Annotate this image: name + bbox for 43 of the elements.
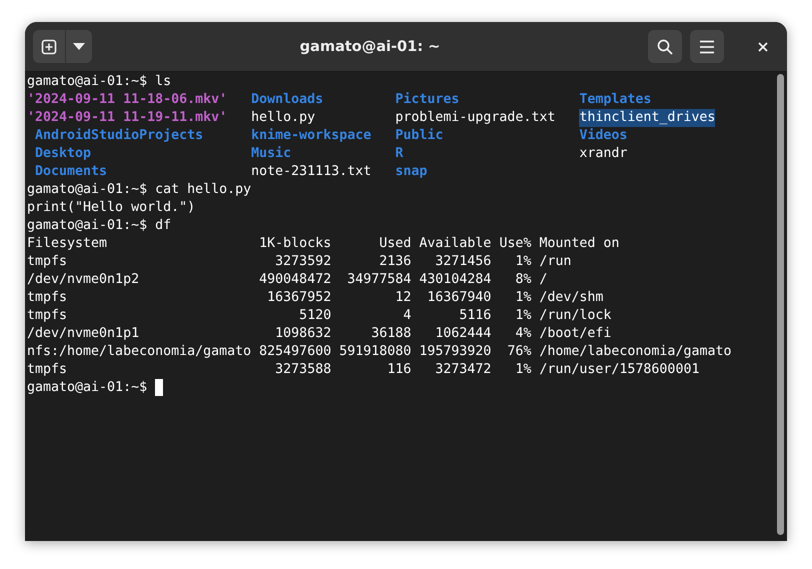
file-name: '2024-09-11 11-18-06.mkv' [27, 91, 228, 109]
directory-name: Documents [34, 163, 108, 181]
new-tab-button[interactable] [33, 30, 65, 63]
output-line: Filesystem 1K-blocks Used Available Use% Mounted on [27, 235, 620, 253]
directory-name: Pictures [395, 91, 460, 109]
directory-name: Videos [579, 127, 628, 145]
output-line: tmpfs 3273588 116 3273472 1% /run/user/1578600001 [27, 361, 700, 379]
caret-icon [73, 43, 85, 50]
output-line: /dev/nvme0n1p1 1098632 36188 1062444 4% /boot/efi [27, 325, 612, 343]
scrollbar[interactable] [776, 74, 784, 535]
directory-name: snap [395, 163, 428, 181]
prompt-line: gamato@ai-01:~$ df [27, 217, 172, 235]
directory-name: R [395, 145, 404, 163]
output-line: print("Hello world.") [27, 199, 196, 217]
prompt-line: gamato@ai-01:~$ [27, 379, 148, 397]
directory-name: Public [395, 127, 444, 145]
directory-name: Templates [579, 91, 652, 109]
directory-name: Downloads [251, 91, 324, 109]
prompt-line: gamato@ai-01:~$ ls [27, 73, 172, 91]
file-name: thinclient_drives [579, 109, 716, 127]
dropdown-button[interactable] [66, 30, 92, 63]
search-icon [657, 38, 673, 54]
prompt-line: gamato@ai-01:~$ cat hello.py [27, 181, 252, 199]
output-line: /dev/nvme0n1p2 490048472 34977584 430104284 8% / [27, 271, 548, 289]
directory-name: knime-workspace [251, 127, 372, 145]
file-name: problemi-upgrade.txt [395, 109, 556, 127]
directory-name: Desktop [34, 145, 92, 163]
file-name: '2024-09-11 11-19-11.mkv' [27, 109, 228, 127]
directory-name: AndroidStudioProjects [34, 127, 204, 145]
window-title: gamato@ai-01: ~ [298, 38, 442, 54]
output-line: tmpfs 3273592 2136 3271456 1% /run [27, 253, 572, 271]
file-name: note-231113.txt [251, 163, 372, 181]
plus-square-icon [41, 38, 57, 54]
output-line: nfs:/home/labeconomia/gamato 825497600 591918080 195793920 76% /home/labeconomia/gamato [27, 343, 732, 361]
close-icon [758, 42, 768, 52]
output-line: tmpfs 5120 4 5116 1% /run/lock [27, 307, 612, 325]
menu-button[interactable] [690, 30, 724, 63]
search-button[interactable] [648, 30, 682, 63]
file-name: xrandr [579, 145, 628, 163]
menu-icon [699, 40, 715, 54]
file-name: hello.py [251, 109, 316, 127]
output-line: tmpfs 16367952 12 16367940 1% /dev/shm [27, 289, 604, 307]
directory-name: Music [251, 145, 292, 163]
